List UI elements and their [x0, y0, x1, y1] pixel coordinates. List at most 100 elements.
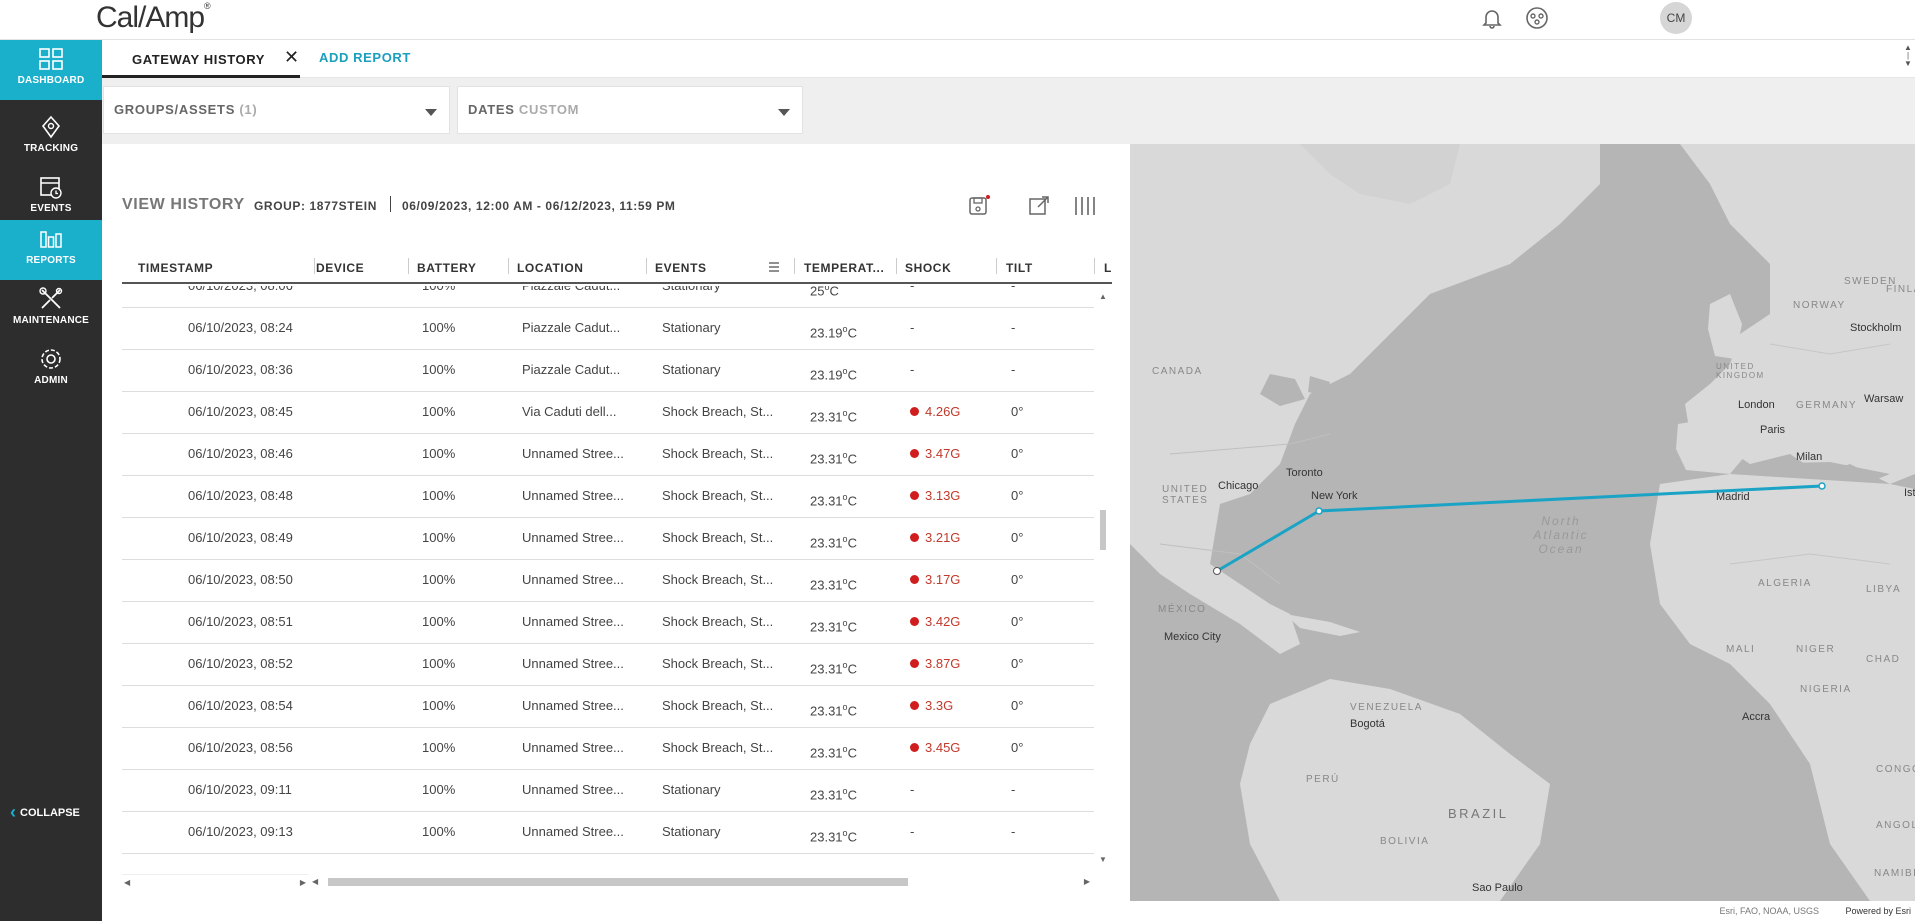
- cell-temperature: 23.31oC: [810, 786, 857, 803]
- groups-assets-dropdown[interactable]: GROUPS/ASSETS (1): [103, 86, 450, 134]
- scroll-left-icon[interactable]: ◀: [124, 878, 130, 887]
- table-row[interactable]: 06/10/2023, 08:46 100% Unnamed Stree... Sho…: [122, 434, 1094, 476]
- notification-bell-icon[interactable]: [1480, 6, 1504, 30]
- column-header-events[interactable]: EVENTS: [655, 261, 735, 275]
- cell-battery: 100%: [422, 320, 456, 335]
- table-row[interactable]: 06/10/2023, 08:06 100% Piazzale Cadut... St…: [122, 286, 1094, 308]
- table-row[interactable]: 06/10/2023, 08:48 100% Unnamed Stree... Sho…: [122, 476, 1094, 518]
- save-report-icon[interactable]: [966, 194, 992, 218]
- view-history-panel: VIEW HISTORY GROUP: 1877STEIN 06/09/2023…: [102, 144, 1130, 921]
- cell-battery: 100%: [422, 782, 456, 797]
- scroll-left-icon[interactable]: ◀: [312, 877, 318, 886]
- table-row[interactable]: 06/10/2023, 08:54 100% Unnamed Stree... Sho…: [122, 686, 1094, 728]
- tabbar-scrollbar[interactable]: ▲ | ▼: [1901, 44, 1915, 74]
- table-row[interactable]: 06/10/2023, 08:45 100% Via Caduti dell... S…: [122, 392, 1094, 434]
- cell-location: Unnamed Stree...: [522, 488, 624, 503]
- column-header-location[interactable]: LOCATION: [517, 261, 627, 275]
- cell-temperature: 23.31oC: [810, 408, 857, 425]
- export-icon[interactable]: [1026, 194, 1052, 218]
- table-row[interactable]: 06/10/2023, 08:24 100% Piazzale Cadut... St…: [122, 308, 1094, 350]
- cell-timestamp: 06/10/2023, 08:54: [188, 698, 293, 713]
- column-header-device[interactable]: DEVICE: [316, 261, 396, 275]
- sidebar-item-reports[interactable]: REPORTS: [0, 220, 102, 280]
- table-row[interactable]: 06/10/2023, 08:50 100% Unnamed Stree... Sho…: [122, 560, 1094, 602]
- table-row[interactable]: 06/10/2023, 08:49 100% Unnamed Stree... Sho…: [122, 518, 1094, 560]
- sidebar-item-tracking[interactable]: TRACKING: [0, 108, 102, 168]
- columns-icon[interactable]: [1072, 194, 1098, 218]
- sidebar-item-admin[interactable]: ADMIN: [0, 340, 102, 400]
- add-report-button[interactable]: ADD REPORT: [319, 50, 411, 65]
- table-row[interactable]: 06/10/2023, 09:13 100% Unnamed Stree... Sta…: [122, 812, 1094, 854]
- column-menu-icon[interactable]: [768, 261, 780, 273]
- shock-alert-dot: [910, 575, 919, 584]
- sidebar-item-dashboard[interactable]: DASHBOARD: [0, 40, 102, 100]
- sidebar-item-label: EVENTS: [30, 203, 72, 214]
- table-row[interactable]: 06/10/2023, 09:11 100% Unnamed Stree... Sta…: [122, 770, 1094, 812]
- map-label-milan: Milan: [1796, 451, 1823, 463]
- cell-temperature: 23.31oC: [810, 534, 857, 551]
- cell-tilt: 0°: [1011, 698, 1024, 713]
- cell-tilt: 0°: [1011, 488, 1024, 503]
- table-row[interactable]: 06/10/2023, 08:51 100% Unnamed Stree... Sho…: [122, 602, 1094, 644]
- shock-alert-dot: [910, 701, 919, 710]
- column-header-tilt[interactable]: TILT: [1006, 261, 1056, 275]
- cell-tilt: -: [1011, 824, 1016, 839]
- table-row[interactable]: 06/10/2023, 09:28100%Unnamed Stree...Sta…: [122, 854, 1094, 860]
- column-header-temperature[interactable]: TEMPERAT...: [804, 261, 886, 275]
- column-header-truncated[interactable]: L: [1104, 261, 1114, 275]
- scroll-thumb[interactable]: [1100, 510, 1106, 550]
- scroll-thumb[interactable]: [328, 878, 908, 886]
- cell-shock: 3.21G: [910, 530, 990, 545]
- cell-events: Shock Breach, St...: [662, 698, 774, 713]
- group-name: GROUP: 1877STEIN: [254, 199, 377, 213]
- table-horizontal-scrollbar[interactable]: ◀ ▶: [310, 874, 1092, 888]
- cell-timestamp: 06/10/2023, 08:24: [188, 320, 293, 335]
- map-label-peru: PERÚ: [1306, 774, 1340, 785]
- table-vertical-scrollbar[interactable]: ▲ ▼: [1096, 292, 1110, 864]
- scroll-up-icon[interactable]: ▲: [1099, 292, 1107, 301]
- cell-temperature: 23.19oC: [810, 366, 857, 383]
- shock-alert-dot: [910, 407, 919, 416]
- route-end-marker[interactable]: [1818, 482, 1826, 490]
- dates-dropdown[interactable]: DATES CUSTOM: [457, 86, 803, 134]
- scroll-down-icon[interactable]: ▼: [1099, 855, 1107, 864]
- close-tab-icon[interactable]: ✕: [284, 47, 299, 68]
- sidebar-item-events[interactable]: EVENTS: [0, 168, 102, 228]
- cell-shock: 4.26G: [910, 404, 990, 419]
- cell-timestamp: 06/10/2023, 08:56: [188, 740, 293, 755]
- tab-gateway-history[interactable]: GATEWAY HISTORY ✕: [102, 40, 300, 78]
- shock-alert-dot: [910, 533, 919, 542]
- scroll-right-icon[interactable]: ▶: [1084, 877, 1090, 886]
- cell-events: Shock Breach, St...: [662, 404, 774, 419]
- map-label-mexico-city: Mexico City: [1164, 631, 1221, 643]
- column-header-battery[interactable]: BATTERY: [417, 261, 507, 275]
- map-label-norway: NORWAY: [1793, 300, 1846, 311]
- scroll-right-icon[interactable]: ▶: [300, 878, 306, 887]
- route-start-marker[interactable]: [1213, 567, 1221, 575]
- table-row[interactable]: 06/10/2023, 08:52 100% Unnamed Stree... Sho…: [122, 644, 1094, 686]
- cell-location: Unnamed Stree...: [522, 824, 624, 839]
- user-avatar[interactable]: CM: [1660, 2, 1692, 34]
- cell-battery: 100%: [422, 572, 456, 587]
- table-row[interactable]: 06/10/2023, 08:36 100% Piazzale Cadut... St…: [122, 350, 1094, 392]
- calamp-logo[interactable]: Cal/Amp®: [96, 1, 211, 35]
- cell-timestamp: 06/10/2023, 08:06: [188, 286, 348, 293]
- route-map[interactable]: CANADA UNITED STATES MÉXICO Toronto Chic…: [1130, 144, 1915, 901]
- cell-timestamp: 06/10/2023, 08:52: [188, 656, 293, 671]
- column-header-shock[interactable]: SHOCK: [905, 261, 975, 275]
- pinned-horizontal-scrollbar[interactable]: ◀ ▶: [122, 874, 308, 888]
- map-label-istanbul: Ist: [1904, 487, 1915, 499]
- cell-shock: -: [910, 320, 915, 335]
- map-label-chicago: Chicago: [1218, 480, 1259, 492]
- cell-location: Unnamed Stree...: [522, 656, 624, 671]
- cell-events: Shock Breach, St...: [662, 614, 774, 629]
- powered-by-esri[interactable]: Powered by Esri: [1845, 906, 1911, 916]
- cell-battery: 100%: [422, 656, 456, 671]
- column-header-timestamp[interactable]: TIMESTAMP: [138, 261, 298, 275]
- sidebar-item-maintenance[interactable]: MAINTENANCE: [0, 280, 102, 340]
- table-row[interactable]: 06/10/2023, 08:56 100% Unnamed Stree... Sho…: [122, 728, 1094, 770]
- route-waypoint-marker[interactable]: [1315, 507, 1323, 515]
- apps-hub-icon[interactable]: [1525, 6, 1549, 30]
- collapse-sidebar-button[interactable]: ‹ COLLAPSE: [10, 802, 80, 823]
- date-range: 06/09/2023, 12:00 AM - 06/12/2023, 11:59…: [402, 199, 676, 213]
